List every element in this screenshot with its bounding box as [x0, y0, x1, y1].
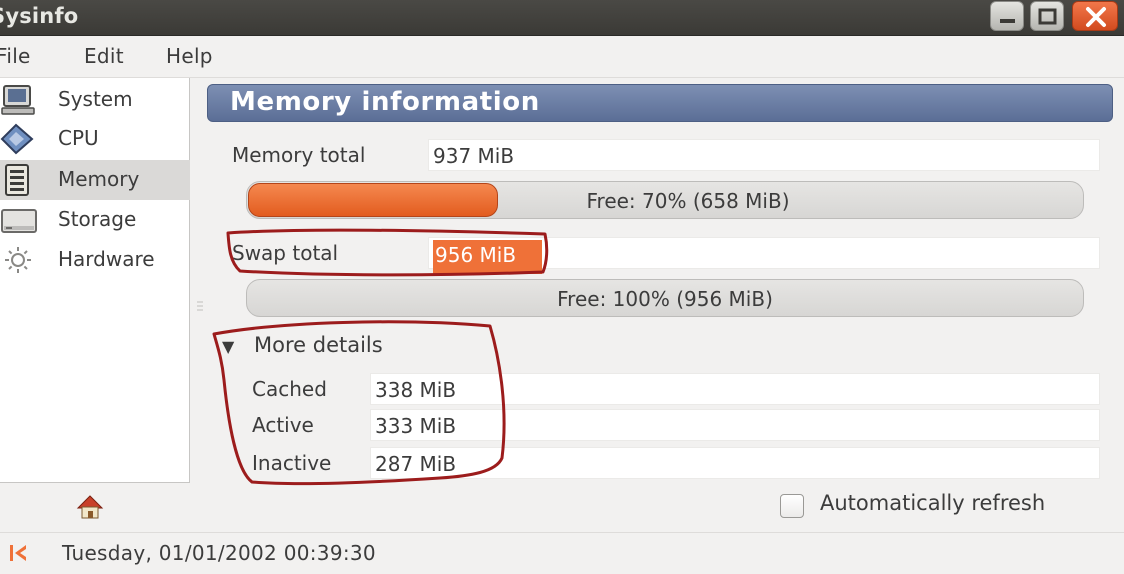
memory-total-value: 937 MiB [433, 144, 515, 168]
memory-total-field: 937 MiB [428, 139, 1100, 171]
memory-usage-bar: Free: 70% (658 MiB) [246, 181, 1084, 219]
sidebar-item-cpu[interactable]: CPU [0, 119, 190, 159]
section-header: Memory information [207, 84, 1113, 122]
computer-icon [1, 85, 35, 115]
sidebar-item-memory[interactable]: Memory [0, 160, 190, 200]
inactive-value: 287 MiB [375, 452, 457, 476]
cached-label: Cached [252, 377, 327, 401]
pane-resize-handle[interactable] [196, 296, 204, 316]
swap-free-text: Free: 100% (956 MiB) [557, 287, 773, 311]
auto-refresh-label: Automatically refresh [820, 491, 1046, 515]
sidebar-item-label: Hardware [58, 247, 155, 271]
maximize-icon [1038, 8, 1057, 25]
close-icon [1086, 7, 1106, 27]
inactive-field: 287 MiB [370, 447, 1100, 479]
section-title: Memory information [230, 87, 540, 117]
sidebar-item-label: CPU [58, 126, 99, 150]
active-value: 333 MiB [375, 414, 457, 438]
home-icon[interactable] [76, 494, 104, 520]
status-datetime: Tuesday, 01/01/2002 00:39:30 [62, 541, 376, 565]
sidebar-item-system[interactable]: System [0, 80, 190, 120]
title-bar: Sysinfo [0, 0, 1124, 36]
auto-refresh-checkbox[interactable] [780, 494, 804, 518]
menu-help[interactable]: Help [166, 44, 213, 68]
sidebar-item-label: Memory [58, 167, 140, 191]
status-bar: Tuesday, 01/01/2002 00:39:30 [0, 532, 1124, 574]
active-label: Active [252, 413, 314, 437]
sidebar-item-storage[interactable]: Storage [0, 200, 190, 240]
memory-total-label: Memory total [232, 143, 366, 167]
menu-file[interactable]: File [0, 44, 31, 68]
minimize-button[interactable] [990, 1, 1024, 31]
cpu-chip-icon [0, 123, 34, 155]
cached-value: 338 MiB [375, 378, 457, 402]
inactive-label: Inactive [252, 451, 332, 475]
memory-free-text: Free: 70% (658 MiB) [586, 189, 790, 213]
menu-bar: File Edit Help [0, 36, 1124, 78]
hard-drive-icon [1, 209, 37, 233]
sidebar: System CPU Memory Storage Hardware [0, 78, 190, 483]
close-button[interactable] [1072, 1, 1118, 31]
minimize-icon [1000, 19, 1015, 23]
gear-icon [5, 247, 31, 273]
active-field: 333 MiB [370, 409, 1100, 441]
cached-field: 338 MiB [370, 373, 1100, 405]
swap-total-value: 956 MiB [435, 243, 517, 267]
maximize-button[interactable] [1030, 1, 1064, 31]
window-title: Sysinfo [0, 4, 79, 28]
sidebar-item-hardware[interactable]: Hardware [0, 240, 190, 280]
menu-edit[interactable]: Edit [84, 44, 124, 68]
sidebar-item-label: Storage [58, 207, 137, 231]
sidebar-item-label: System [58, 87, 133, 111]
more-details-label: More details [254, 333, 383, 357]
expander-triangle-icon: ▼ [222, 337, 235, 356]
first-page-icon[interactable] [8, 543, 30, 563]
memory-module-icon [5, 164, 29, 196]
swap-total-label: Swap total [232, 241, 339, 265]
swap-usage-bar: Free: 100% (956 MiB) [246, 279, 1084, 317]
